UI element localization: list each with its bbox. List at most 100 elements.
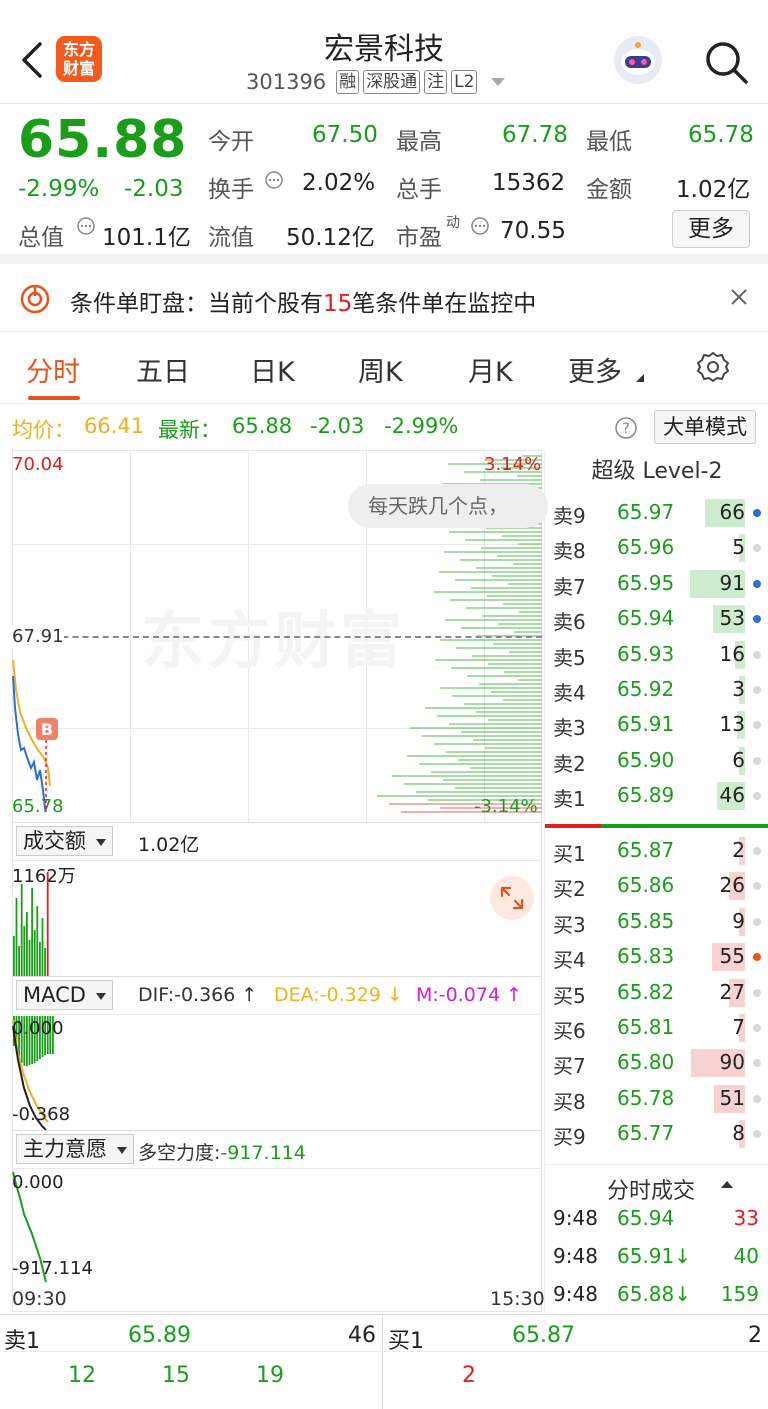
trade-volume: 159 [720, 1282, 759, 1306]
pe-value: 70.55 [500, 218, 566, 244]
level-label: 买7 [553, 1054, 586, 1079]
search-icon[interactable] [702, 38, 750, 86]
macd-dea: DEA:-0.329 ↓ [274, 984, 403, 1006]
market-cap-label: 总值 [18, 225, 64, 251]
level-label: 买5 [553, 983, 586, 1008]
svg-text:B: B [41, 720, 53, 739]
trade-price: 65.94 [617, 1206, 675, 1230]
tab-more[interactable]: 更多 [568, 350, 622, 389]
intraday-chart[interactable]: 东方财富 70.04 3.14% 67.91 65.78 -3.14% 每天跌几… [12, 450, 548, 1312]
bid-row[interactable]: 买8 65.78 51 [545, 1082, 768, 1117]
bid-row[interactable]: 买4 65.83 55 [545, 940, 768, 975]
level-price: 65.97 [617, 500, 675, 524]
macd-indicator-select[interactable]: MACD [16, 980, 113, 1010]
level-label: 卖7 [553, 574, 586, 599]
volume-indicator-select[interactable]: 成交额 [16, 826, 113, 856]
info-icon[interactable] [470, 216, 490, 236]
ask-row[interactable]: 卖3 65.91 13 [545, 708, 768, 743]
alert-text: 条件单盯盘：当前个股有15笔条件单在监控中 [70, 291, 537, 317]
chevron-up-icon[interactable] [721, 1181, 733, 1188]
stock-code-row[interactable]: 301396 融 深股通 注 L2 [246, 70, 506, 94]
bid-row[interactable]: 买6 65.81 7 [545, 1011, 768, 1046]
tab-intraday[interactable]: 分时 [26, 350, 80, 389]
info-icon[interactable] [264, 170, 284, 190]
ask-row[interactable]: 卖9 65.97 66 [545, 496, 768, 531]
help-icon[interactable]: ? [614, 416, 638, 440]
ask-row[interactable]: 卖6 65.94 53 [545, 602, 768, 637]
bid-row[interactable]: 买1 65.87 2 [545, 834, 768, 869]
high-value: 67.78 [502, 122, 568, 148]
volume-bar [31, 888, 33, 976]
level-price: 65.77 [617, 1121, 675, 1146]
big-order-mode-button[interactable]: 大单模式 [654, 410, 756, 444]
level-price: 65.82 [617, 979, 675, 1004]
info-icon[interactable] [76, 216, 96, 236]
tag-registered: 注 [424, 70, 448, 94]
ask-row[interactable]: 卖7 65.95 91 [545, 567, 768, 602]
volume-bar [15, 898, 18, 976]
float-cap-value: 50.12亿 [286, 225, 375, 251]
level-label: 买3 [553, 912, 586, 937]
tab-daily-k[interactable]: 日K [250, 350, 295, 389]
assistant-avatar-icon[interactable] [614, 36, 662, 84]
bid-row[interactable]: 买2 65.86 26 [545, 869, 768, 904]
level-price: 65.80 [617, 1050, 675, 1075]
ask-row[interactable]: 卖8 65.96 5 [545, 531, 768, 566]
bottom-buy-vol: 2 [748, 1323, 762, 1348]
turnover-value: 2.02% [302, 170, 376, 196]
grid-line [12, 976, 542, 977]
condition-order-banner[interactable]: 条件单盯盘：当前个股有15笔条件单在监控中 [0, 264, 768, 332]
level-price: 65.96 [617, 535, 675, 560]
sell-part: 19 [256, 1363, 284, 1388]
high-label: 最高 [396, 129, 442, 155]
time-end: 15:30 [490, 1288, 545, 1310]
pe-sup: 动 [446, 215, 460, 231]
more-button[interactable]: 更多 [672, 210, 750, 248]
tab-five-day[interactable]: 五日 [136, 350, 190, 389]
trade-volume: 40 [733, 1244, 759, 1268]
grid-line [12, 860, 542, 861]
volume-bar [46, 872, 49, 976]
close-icon[interactable] [730, 288, 748, 306]
main-force-select[interactable]: 主力意愿 [16, 1134, 134, 1164]
tab-weekly-k[interactable]: 周K [358, 350, 403, 389]
tab-monthly-k[interactable]: 月K [468, 350, 513, 389]
bid-row[interactable]: 买7 65.80 90 [545, 1046, 768, 1081]
grid-line [12, 1014, 542, 1015]
ask-row[interactable]: 卖5 65.93 16 [545, 638, 768, 673]
latest-label: 最新： [158, 418, 221, 442]
pct-axis-bottom: -3.14% [474, 796, 538, 817]
bottom-sell-vol: 46 [348, 1323, 376, 1348]
level-label: 买6 [553, 1019, 586, 1043]
gear-icon[interactable] [696, 350, 730, 384]
bottom-buy-label: 买1 [388, 1329, 424, 1354]
ask-row[interactable]: 卖1 65.89 46 [545, 779, 768, 814]
chevron-down-icon[interactable] [491, 78, 506, 86]
level-price: 65.85 [617, 908, 675, 933]
order-dot-icon [753, 1130, 761, 1139]
comment-bubble[interactable]: 每天跌几个点， [348, 484, 548, 528]
buy-part: 2 [462, 1363, 476, 1388]
chart-tabs: 分时 五日 日K 周K 月K 更多 [0, 332, 768, 404]
bid-row[interactable]: 买5 65.82 27 [545, 976, 768, 1011]
ask-row[interactable]: 卖2 65.90 6 [545, 744, 768, 779]
bottom-buy-price: 65.87 [512, 1323, 575, 1348]
level-price: 65.78 [617, 1085, 675, 1110]
level-label: 卖5 [553, 645, 586, 670]
level-label: 卖6 [553, 610, 586, 635]
bid-row[interactable]: 买9 65.77 8 [545, 1117, 768, 1152]
ask-row[interactable]: 卖4 65.92 3 [545, 673, 768, 708]
level-volume: 53 [719, 606, 745, 631]
volume-total: 1.02亿 [138, 834, 200, 856]
volume-bar [39, 942, 41, 976]
low-label: 最低 [586, 129, 632, 155]
expand-button[interactable] [490, 876, 534, 920]
volume-label: 总手 [396, 177, 442, 203]
level2-title[interactable]: 超级 Level-2 [545, 450, 768, 494]
level-volume: 27 [719, 979, 745, 1004]
bid-row[interactable]: 买3 65.85 9 [545, 905, 768, 940]
amount-value: 1.02亿 [676, 177, 751, 203]
level-price: 65.83 [617, 944, 675, 969]
level-price: 65.89 [617, 783, 675, 808]
volume-bar [36, 906, 39, 976]
